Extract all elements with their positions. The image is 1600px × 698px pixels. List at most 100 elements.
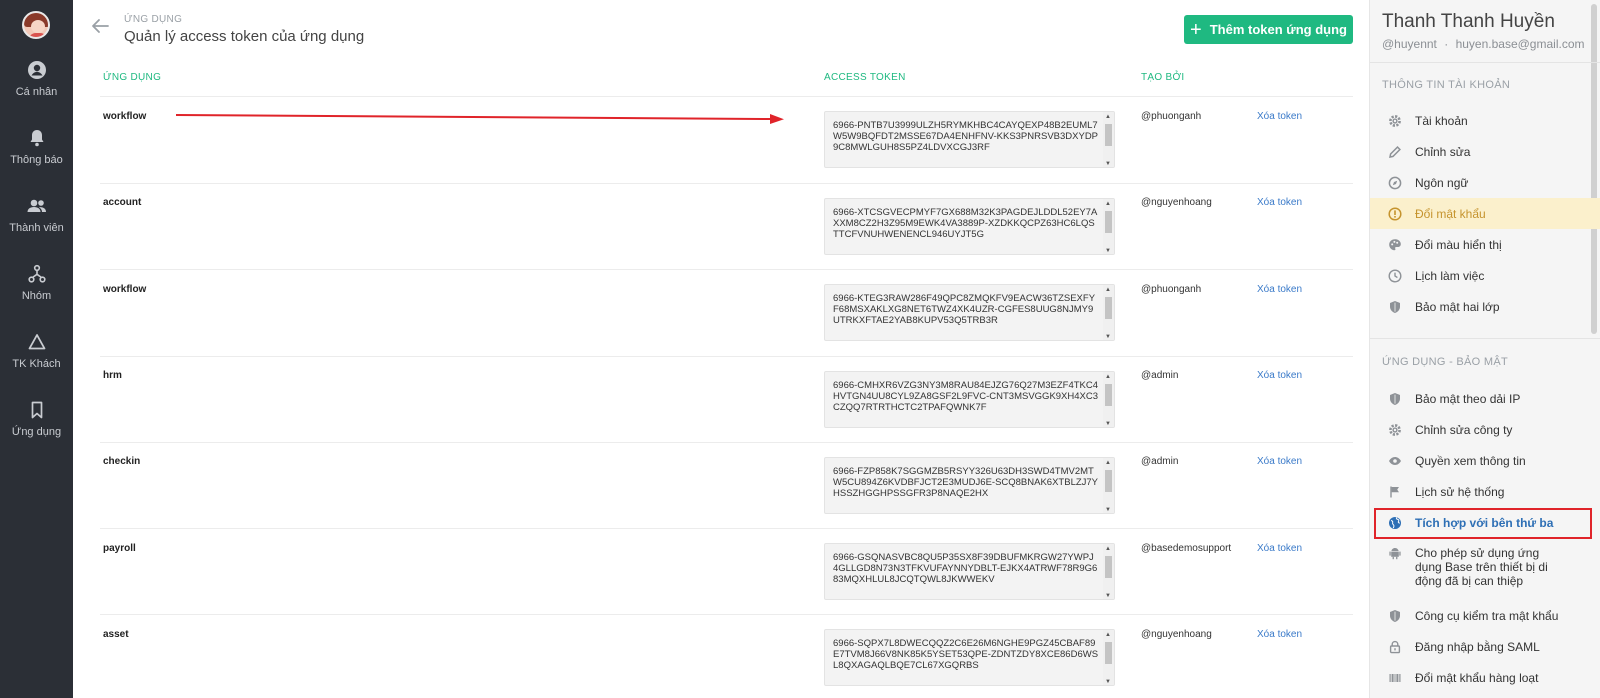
menu-item-label: Đăng nhập bằng SAML [1415, 639, 1540, 654]
nav-item-personal[interactable]: Cá nhân [0, 60, 73, 98]
scrollbar[interactable]: ▲ ▼ [1103, 112, 1114, 167]
scrollbar[interactable]: ▲ ▼ [1103, 630, 1114, 685]
divider [1370, 62, 1600, 63]
row-created-by: @phuonganh [1141, 284, 1202, 295]
row-app-name: workflow [103, 111, 147, 122]
nav-item-guest[interactable]: TK Khách [0, 332, 73, 370]
shield-icon [1388, 392, 1402, 406]
col-header-created-by: TẠO BỞI [1141, 72, 1185, 83]
menu-item-label: Tài khoản [1415, 113, 1468, 128]
scrollbar[interactable]: ▲ ▼ [1103, 199, 1114, 254]
token-value: 6966-PNTB7U3999ULZH5RYMKHBC4CAYQEXP48B2E… [833, 120, 1099, 153]
scrollbar[interactable]: ▲ ▼ [1103, 372, 1114, 427]
divider [100, 269, 1353, 270]
gear-icon [1388, 114, 1402, 128]
menu-item-label: Đổi mật khẩu [1415, 206, 1486, 221]
token-textarea[interactable]: 6966-KTEG3RAW286F49QPC8ZMQKFV9EACW36TZSE… [824, 284, 1115, 341]
nav-item-notifications[interactable]: Thông báo [0, 128, 73, 166]
delete-token-link[interactable]: Xóa token [1257, 111, 1302, 122]
delete-token-link[interactable]: Xóa token [1257, 284, 1302, 295]
plus-icon: + [1190, 18, 1202, 41]
menu-item-language[interactable]: Ngôn ngữ [1370, 167, 1600, 198]
add-token-label: Thêm token ứng dụng [1209, 22, 1347, 37]
gear-icon [1388, 423, 1402, 437]
person-icon [27, 61, 46, 79]
col-header-token: ACCESS TOKEN [824, 72, 906, 83]
scrollbar[interactable]: ▲ ▼ [1103, 458, 1114, 513]
delete-token-link[interactable]: Xóa token [1257, 543, 1302, 554]
menu-item-label: Đổi màu hiển thị [1415, 237, 1502, 252]
menu-item-label: Lịch làm việc [1415, 268, 1485, 283]
delete-token-link[interactable]: Xóa token [1257, 456, 1302, 467]
menu-item-saml-login[interactable]: Đăng nhập bằng SAML [1370, 631, 1600, 662]
divider [100, 356, 1353, 357]
menu-item-password-check[interactable]: Công cụ kiểm tra mật khẩu [1370, 600, 1600, 631]
left-nav: Cá nhân Thông báo Thành viên Nhóm TK Khá… [0, 0, 73, 698]
bookmark-icon [31, 401, 42, 419]
menu-item-view-permissions[interactable]: Quyền xem thông tin [1370, 445, 1600, 476]
menu-item-two-factor[interactable]: Bảo mật hai lớp [1370, 291, 1600, 322]
menu-item-theme[interactable]: Đổi màu hiển thị [1370, 229, 1600, 260]
menu-item-label: Công cụ kiểm tra mật khẩu [1415, 608, 1559, 623]
shield-icon [1388, 300, 1402, 314]
add-token-button[interactable]: + Thêm token ứng dụng [1184, 15, 1353, 44]
scrollbar[interactable]: ▲ ▼ [1103, 285, 1114, 340]
token-textarea[interactable]: 6966-FZP858K7SGGMZB5RSYY326U63DH3SWD4TMV… [824, 457, 1115, 514]
menu-item-company-edit[interactable]: Chỉnh sửa công ty [1370, 414, 1600, 445]
nav-item-members[interactable]: Thành viên [0, 196, 73, 234]
row-app-name: account [103, 197, 142, 208]
row-app-name: asset [103, 629, 129, 640]
token-textarea[interactable]: 6966-GSQNASVBC8QU5P35SX8F39DBUFMKRGW27YW… [824, 543, 1115, 600]
menu-item-change-password[interactable]: Đổi mật khẩu [1370, 198, 1600, 229]
nav-item-groups[interactable]: Nhóm [0, 264, 73, 302]
shield-icon [1388, 609, 1402, 623]
nav-label: Thông báo [10, 154, 63, 166]
nav-label: Ứng dụng [11, 426, 62, 438]
menu-item-system-history[interactable]: Lịch sử hệ thống [1370, 476, 1600, 507]
menu-item-schedule[interactable]: Lịch làm việc [1370, 260, 1600, 291]
lock-icon [1388, 640, 1402, 654]
token-textarea[interactable]: 6966-PNTB7U3999ULZH5RYMKHBC4CAYQEXP48B2E… [824, 111, 1115, 168]
avatar[interactable] [22, 11, 50, 39]
palette-icon [1388, 238, 1402, 252]
page-title: Quản lý access token của ứng dụng [124, 28, 365, 45]
nav-item-apps[interactable]: Ứng dụng [0, 400, 73, 438]
menu-item-label: Bảo mật hai lớp [1415, 299, 1500, 314]
eye-icon [1388, 454, 1402, 468]
menu-item-edit[interactable]: Chỉnh sửa [1370, 136, 1600, 167]
divider [1370, 338, 1600, 339]
bell-icon [30, 130, 43, 147]
members-icon [27, 199, 46, 212]
annotation-highlight-box [1374, 508, 1592, 539]
profile-separator: · [1444, 37, 1449, 51]
android-icon [1388, 546, 1402, 560]
delete-token-link[interactable]: Xóa token [1257, 370, 1302, 381]
token-textarea[interactable]: 6966-CMHXR6VZG3NY3M8RAU84EJZG76Q27M3EZF4… [824, 371, 1115, 428]
section-title-security: ỨNG DỤNG - BẢO MẬT [1382, 356, 1509, 368]
menu-item-account[interactable]: Tài khoản [1370, 105, 1600, 136]
menu-item-label: Lịch sử hệ thống [1415, 484, 1505, 499]
row-created-by: @basedemosupport [1141, 543, 1232, 554]
app-root: Cá nhân Thông báo Thành viên Nhóm TK Khá… [0, 0, 1600, 698]
token-textarea[interactable]: 6966-SQPX7L8DWECQQZ2C6E26M6NGHE9PGZ45CBA… [824, 629, 1115, 686]
menu-item-label: Cho phép sử dụng ứng dụng Base trên thiế… [1415, 546, 1548, 588]
row-created-by: @phuonganh [1141, 111, 1202, 122]
row-created-by: @admin [1141, 456, 1179, 467]
nav-label: Nhóm [21, 290, 52, 302]
delete-token-link[interactable]: Xóa token [1257, 629, 1302, 640]
menu-item-ip-security[interactable]: Bảo mật theo dải IP [1370, 383, 1600, 414]
token-textarea[interactable]: 6966-XTCSGVECPMYF7GX688M32K3PAGDEJLDDL52… [824, 198, 1115, 255]
compass-icon [1388, 176, 1402, 190]
profile-name: Thanh Thanh Huyền [1382, 11, 1555, 32]
menu-item-bulk-password[interactable]: Đổi mật khẩu hàng loạt [1370, 662, 1600, 693]
breadcrumb[interactable]: ỨNG DỤNG [124, 14, 182, 25]
menu-item-label: Chỉnh sửa [1415, 144, 1471, 159]
menu-item-rooted-device[interactable]: Cho phép sử dụng ứng dụng Base trên thiế… [1370, 539, 1600, 599]
scrollbar[interactable]: ▲ ▼ [1103, 544, 1114, 599]
token-value: 6966-GSQNASVBC8QU5P35SX8F39DBUFMKRGW27YW… [833, 552, 1098, 585]
back-arrow-icon[interactable] [90, 16, 110, 36]
divider [100, 528, 1353, 529]
menu-item-label: Đổi mật khẩu hàng loạt [1415, 670, 1539, 685]
delete-token-link[interactable]: Xóa token [1257, 197, 1302, 208]
guest-triangle-icon [28, 334, 45, 350]
